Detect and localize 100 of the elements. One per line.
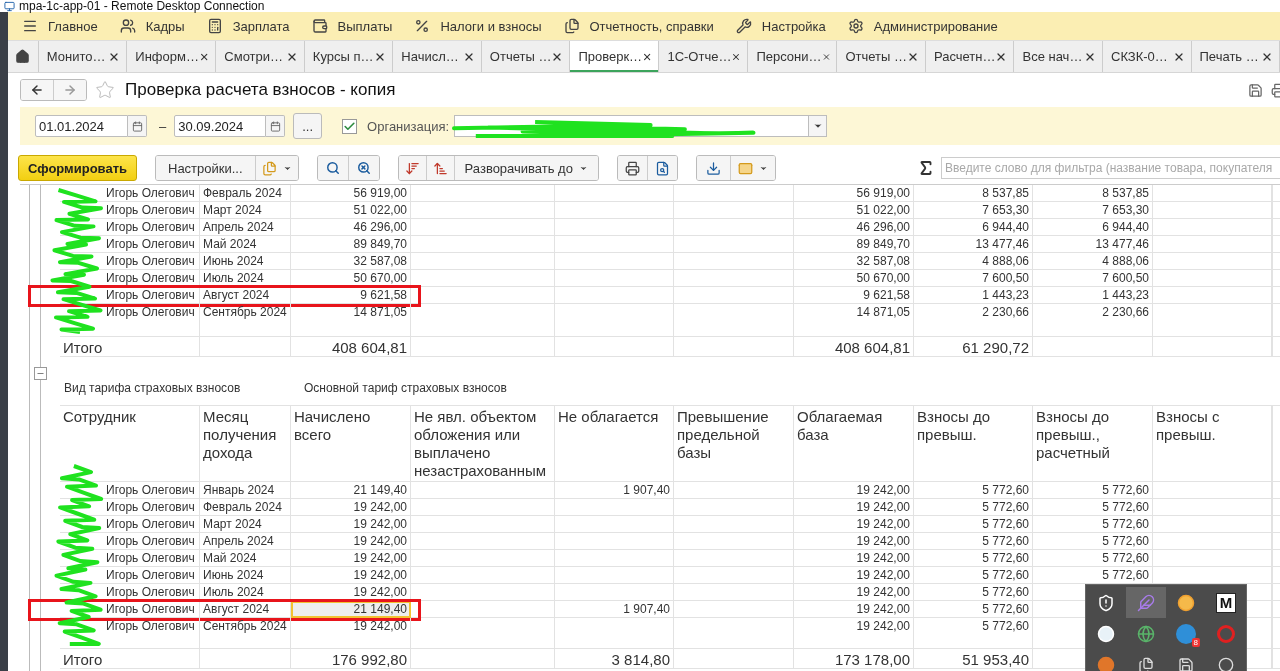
menu-label: Администрирование bbox=[873, 18, 998, 34]
group-label: Вид тарифа страховых взносов bbox=[63, 381, 242, 395]
table-cell: 19 242,00 bbox=[291, 550, 411, 567]
table-cell: 5 772,60 bbox=[1033, 499, 1153, 516]
organization-label: Организация: bbox=[367, 118, 450, 134]
table-cell: 6 944,40 bbox=[914, 219, 1033, 236]
tab[interactable]: Отчеты … bbox=[837, 41, 926, 72]
menu-label: Налоги и взносы bbox=[440, 18, 542, 34]
column-header: Сотрудник bbox=[60, 406, 200, 482]
menu-item[interactable]: Выплаты bbox=[303, 18, 407, 34]
table-cell: 19 242,00 bbox=[291, 516, 411, 533]
date-field[interactable]: 01.01.2024 bbox=[35, 115, 128, 137]
table-cell: 19 242,00 bbox=[794, 618, 914, 649]
column-header: Взносы до превыш., расчетный bbox=[1033, 406, 1153, 482]
table-cell: 19 242,00 bbox=[794, 499, 914, 516]
menu-item[interactable]: Главное bbox=[14, 18, 112, 34]
table-cell: Игорь Олегович bbox=[60, 516, 200, 533]
menu-label: Зарплата bbox=[232, 18, 290, 34]
table-cell: 14 871,05 bbox=[291, 304, 411, 337]
total-cell: Итого bbox=[60, 649, 200, 669]
table-cell: 4 888,06 bbox=[1033, 253, 1153, 270]
table-cell: Май 2024 bbox=[200, 550, 291, 567]
table-cell: Игорь Олегович bbox=[60, 253, 200, 270]
tab[interactable]: Персони… bbox=[748, 41, 838, 72]
table-cell: Апрель 2024 bbox=[200, 533, 291, 550]
table-cell: 89 849,70 bbox=[794, 236, 914, 253]
table-cell: Февраль 2024 bbox=[200, 185, 291, 202]
table-cell: 56 919,00 bbox=[794, 185, 914, 202]
table-cell: 5 772,60 bbox=[914, 499, 1033, 516]
table-cell: 50 670,00 bbox=[794, 270, 914, 287]
total-cell: 408 604,81 bbox=[291, 337, 411, 357]
table-cell: Игорь Олегович bbox=[60, 304, 200, 337]
table-cell: Игорь Олегович bbox=[60, 618, 200, 649]
table-cell: 46 296,00 bbox=[794, 219, 914, 236]
table-cell: 2 230,66 bbox=[914, 304, 1033, 337]
table-cell: Июнь 2024 bbox=[200, 253, 291, 270]
tab[interactable]: Печать … bbox=[1191, 41, 1280, 72]
table-cell: Март 2024 bbox=[200, 202, 291, 219]
table-cell: 7 600,50 bbox=[1033, 270, 1153, 287]
tab[interactable]: Расчетн… bbox=[925, 41, 1015, 72]
menu-label: Кадры bbox=[145, 18, 185, 34]
table-cell: Игорь Олегович bbox=[60, 584, 200, 601]
table-cell: 6 944,40 bbox=[1033, 219, 1153, 236]
table-cell: 7 653,30 bbox=[914, 202, 1033, 219]
tab[interactable]: Курсы п… bbox=[304, 41, 394, 72]
tab[interactable]: Информ… bbox=[127, 41, 217, 72]
settings-button[interactable]: Настройки... bbox=[156, 156, 255, 180]
range-dash: – bbox=[159, 118, 167, 134]
date-field[interactable]: 30.09.2024 bbox=[174, 115, 267, 137]
tab[interactable]: Монито… bbox=[38, 41, 128, 72]
table-cell: 50 670,00 bbox=[291, 270, 411, 287]
menu-item[interactable]: Отчетность, справки bbox=[555, 18, 728, 34]
period-button[interactable]: ... bbox=[293, 113, 323, 139]
table-cell: 32 587,08 bbox=[291, 253, 411, 270]
tab[interactable]: Начисл… bbox=[393, 41, 482, 72]
table-cell: 5 772,60 bbox=[914, 516, 1033, 533]
table-cell: Апрель 2024 bbox=[200, 219, 291, 236]
total-cell: 173 178,00 bbox=[794, 649, 914, 669]
tab[interactable]: Все нач… bbox=[1014, 41, 1103, 72]
menu-label: Настройка bbox=[761, 18, 826, 34]
column-header: Взносы с превыш. bbox=[1153, 406, 1272, 482]
total-cell: Итого bbox=[60, 337, 200, 357]
table-cell: 19 242,00 bbox=[794, 482, 914, 499]
count-badge: 8 bbox=[1191, 637, 1200, 647]
table-cell: 8 537,85 bbox=[914, 185, 1033, 202]
tab[interactable]: Смотри… bbox=[216, 41, 305, 72]
menu-item[interactable]: Налоги и взносы bbox=[406, 18, 556, 34]
column-header: Взносы до превыш. bbox=[914, 406, 1033, 482]
filter-field[interactable]: Введите слово для фильтра (название товара, покупателя bbox=[941, 157, 1280, 179]
table-cell: 19 242,00 bbox=[794, 533, 914, 550]
table-cell: 7 653,30 bbox=[1033, 202, 1153, 219]
tab[interactable]: Проверк… bbox=[570, 41, 660, 72]
table-cell: 5 772,60 bbox=[1033, 516, 1153, 533]
table-cell: 19 242,00 bbox=[794, 601, 914, 618]
menu-item[interactable]: Настройка bbox=[727, 18, 840, 34]
menu-label: Выплаты bbox=[337, 18, 393, 34]
menu-item[interactable]: Администрирование bbox=[839, 18, 1012, 34]
expand-button[interactable]: Разворачивать до bbox=[453, 156, 598, 180]
table-cell: 5 772,60 bbox=[1033, 533, 1153, 550]
table-cell: 19 242,00 bbox=[794, 550, 914, 567]
tab[interactable]: 1С-Отче… bbox=[659, 41, 749, 72]
table-cell: 1 907,40 bbox=[555, 482, 674, 499]
table-cell: Игорь Олегович bbox=[60, 482, 200, 499]
table-cell: Игорь Олегович bbox=[60, 499, 200, 516]
table-cell: 9 621,58 bbox=[794, 287, 914, 304]
menu-item[interactable]: Кадры bbox=[111, 18, 199, 34]
generate-button[interactable]: Сформировать bbox=[18, 155, 137, 181]
table-cell: 9 621,58 bbox=[291, 287, 411, 304]
app-tile[interactable]: M bbox=[1216, 592, 1236, 613]
table-cell: 46 296,00 bbox=[291, 219, 411, 236]
table-cell: 56 919,00 bbox=[291, 185, 411, 202]
window-title: mpa-1c-app-01 - Remote Desktop Connection bbox=[19, 0, 265, 12]
table-cell: 5 772,60 bbox=[914, 482, 1033, 499]
table-cell: 4 888,06 bbox=[914, 253, 1033, 270]
table-cell: Игорь Олегович bbox=[60, 270, 200, 287]
tab[interactable]: СКЗК-0… bbox=[1103, 41, 1192, 72]
column-header: Не явл. объектом обложения или выплачено незастрахованным bbox=[411, 406, 555, 482]
table-cell: 1 443,23 bbox=[1033, 287, 1153, 304]
menu-item[interactable]: Зарплата bbox=[198, 18, 304, 34]
table-cell: Август 2024 bbox=[200, 287, 291, 304]
